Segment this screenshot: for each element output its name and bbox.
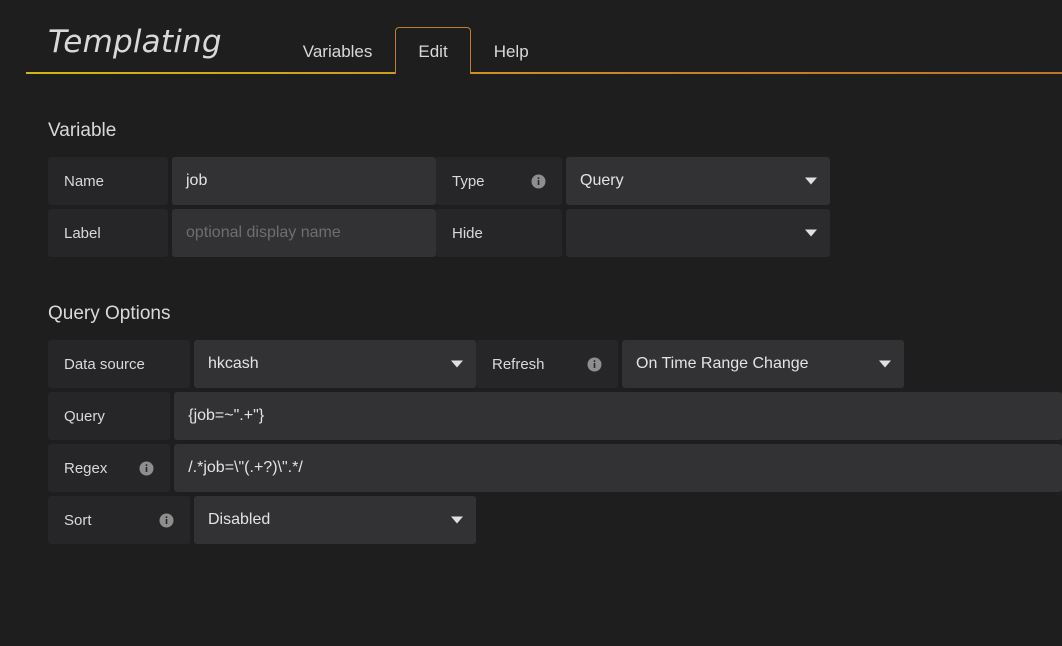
row-label-hide: Label optional display name Hide — [48, 209, 1062, 257]
hide-select[interactable] — [566, 209, 830, 257]
type-select[interactable]: Query — [566, 157, 830, 205]
sort-select[interactable]: Disabled — [194, 496, 476, 544]
tab-bar-underline — [26, 72, 1062, 74]
name-input[interactable]: job — [172, 157, 436, 205]
refresh-field-label: Refresh — [476, 340, 618, 388]
query-field-label: Query — [48, 392, 171, 440]
label-field-label: Label — [48, 209, 168, 257]
regex-field-label: Regex — [48, 444, 171, 492]
settings-content: Variable Name job Type Query Label optio… — [0, 76, 1062, 544]
name-label-text: Name — [64, 172, 105, 190]
chevron-down-icon — [451, 360, 463, 368]
query-options-section-title: Query Options — [48, 303, 171, 324]
templating-page: Templating Variables Edit Help Variable … — [0, 0, 1062, 646]
datasource-select-value: hkcash — [208, 355, 259, 372]
hide-field-label: Hide — [436, 209, 562, 257]
variable-section: Variable Name job Type Query Label optio… — [48, 76, 1062, 257]
row-datasource-refresh: Data source hkcash Refresh On Time Range… — [48, 340, 1062, 388]
row-sort: Sort Disabled — [48, 496, 1062, 544]
chevron-down-icon — [879, 360, 891, 368]
variable-section-title: Variable — [48, 120, 117, 141]
info-icon[interactable] — [573, 357, 602, 372]
label-label-text: Label — [64, 224, 101, 242]
tab-help[interactable]: Help — [471, 27, 552, 74]
query-label-text: Query — [64, 407, 105, 425]
variable-rows: Name job Type Query Label optional displ… — [48, 157, 1062, 257]
query-input[interactable]: {job=~".+"} — [174, 392, 1062, 440]
datasource-field-label: Data source — [48, 340, 190, 388]
info-icon[interactable] — [517, 174, 546, 189]
regex-label-text: Regex — [64, 459, 108, 477]
sort-field-label: Sort — [48, 496, 190, 544]
name-field-label: Name — [48, 157, 168, 205]
info-icon[interactable] — [125, 461, 154, 476]
chevron-down-icon — [805, 229, 817, 237]
type-field-label: Type — [436, 157, 562, 205]
sort-select-value: Disabled — [208, 511, 271, 528]
regex-input[interactable]: /.*job=\"(.+?)\".*/ — [174, 444, 1062, 492]
page-title: Templating — [48, 24, 222, 60]
query-options-rows: Data source hkcash Refresh On Time Range… — [48, 340, 1062, 544]
chevron-down-icon — [451, 516, 463, 524]
sort-label-text: Sort — [64, 511, 92, 529]
info-icon[interactable] — [145, 513, 174, 528]
tab-edit[interactable]: Edit — [395, 27, 471, 77]
row-query: Query {job=~".+"} — [48, 392, 1062, 440]
label-input[interactable]: optional display name — [172, 209, 436, 257]
datasource-label-text: Data source — [64, 355, 145, 373]
row-name-type: Name job Type Query — [48, 157, 1062, 205]
query-options-section: Query Options Data source hkcash Refresh — [48, 261, 1062, 544]
refresh-label-text: Refresh — [492, 355, 545, 373]
chevron-down-icon — [805, 177, 817, 185]
datasource-select[interactable]: hkcash — [194, 340, 476, 388]
refresh-select-value: On Time Range Change — [636, 355, 809, 372]
tab-bar: Variables Edit Help — [280, 0, 552, 77]
refresh-select[interactable]: On Time Range Change — [622, 340, 904, 388]
type-select-value: Query — [580, 172, 624, 189]
page-header: Templating Variables Edit Help — [0, 0, 1062, 77]
tab-variables[interactable]: Variables — [280, 27, 396, 74]
hide-label-text: Hide — [452, 224, 483, 242]
type-label-text: Type — [452, 172, 485, 190]
row-regex: Regex /.*job=\"(.+?)\".*/ — [48, 444, 1062, 492]
